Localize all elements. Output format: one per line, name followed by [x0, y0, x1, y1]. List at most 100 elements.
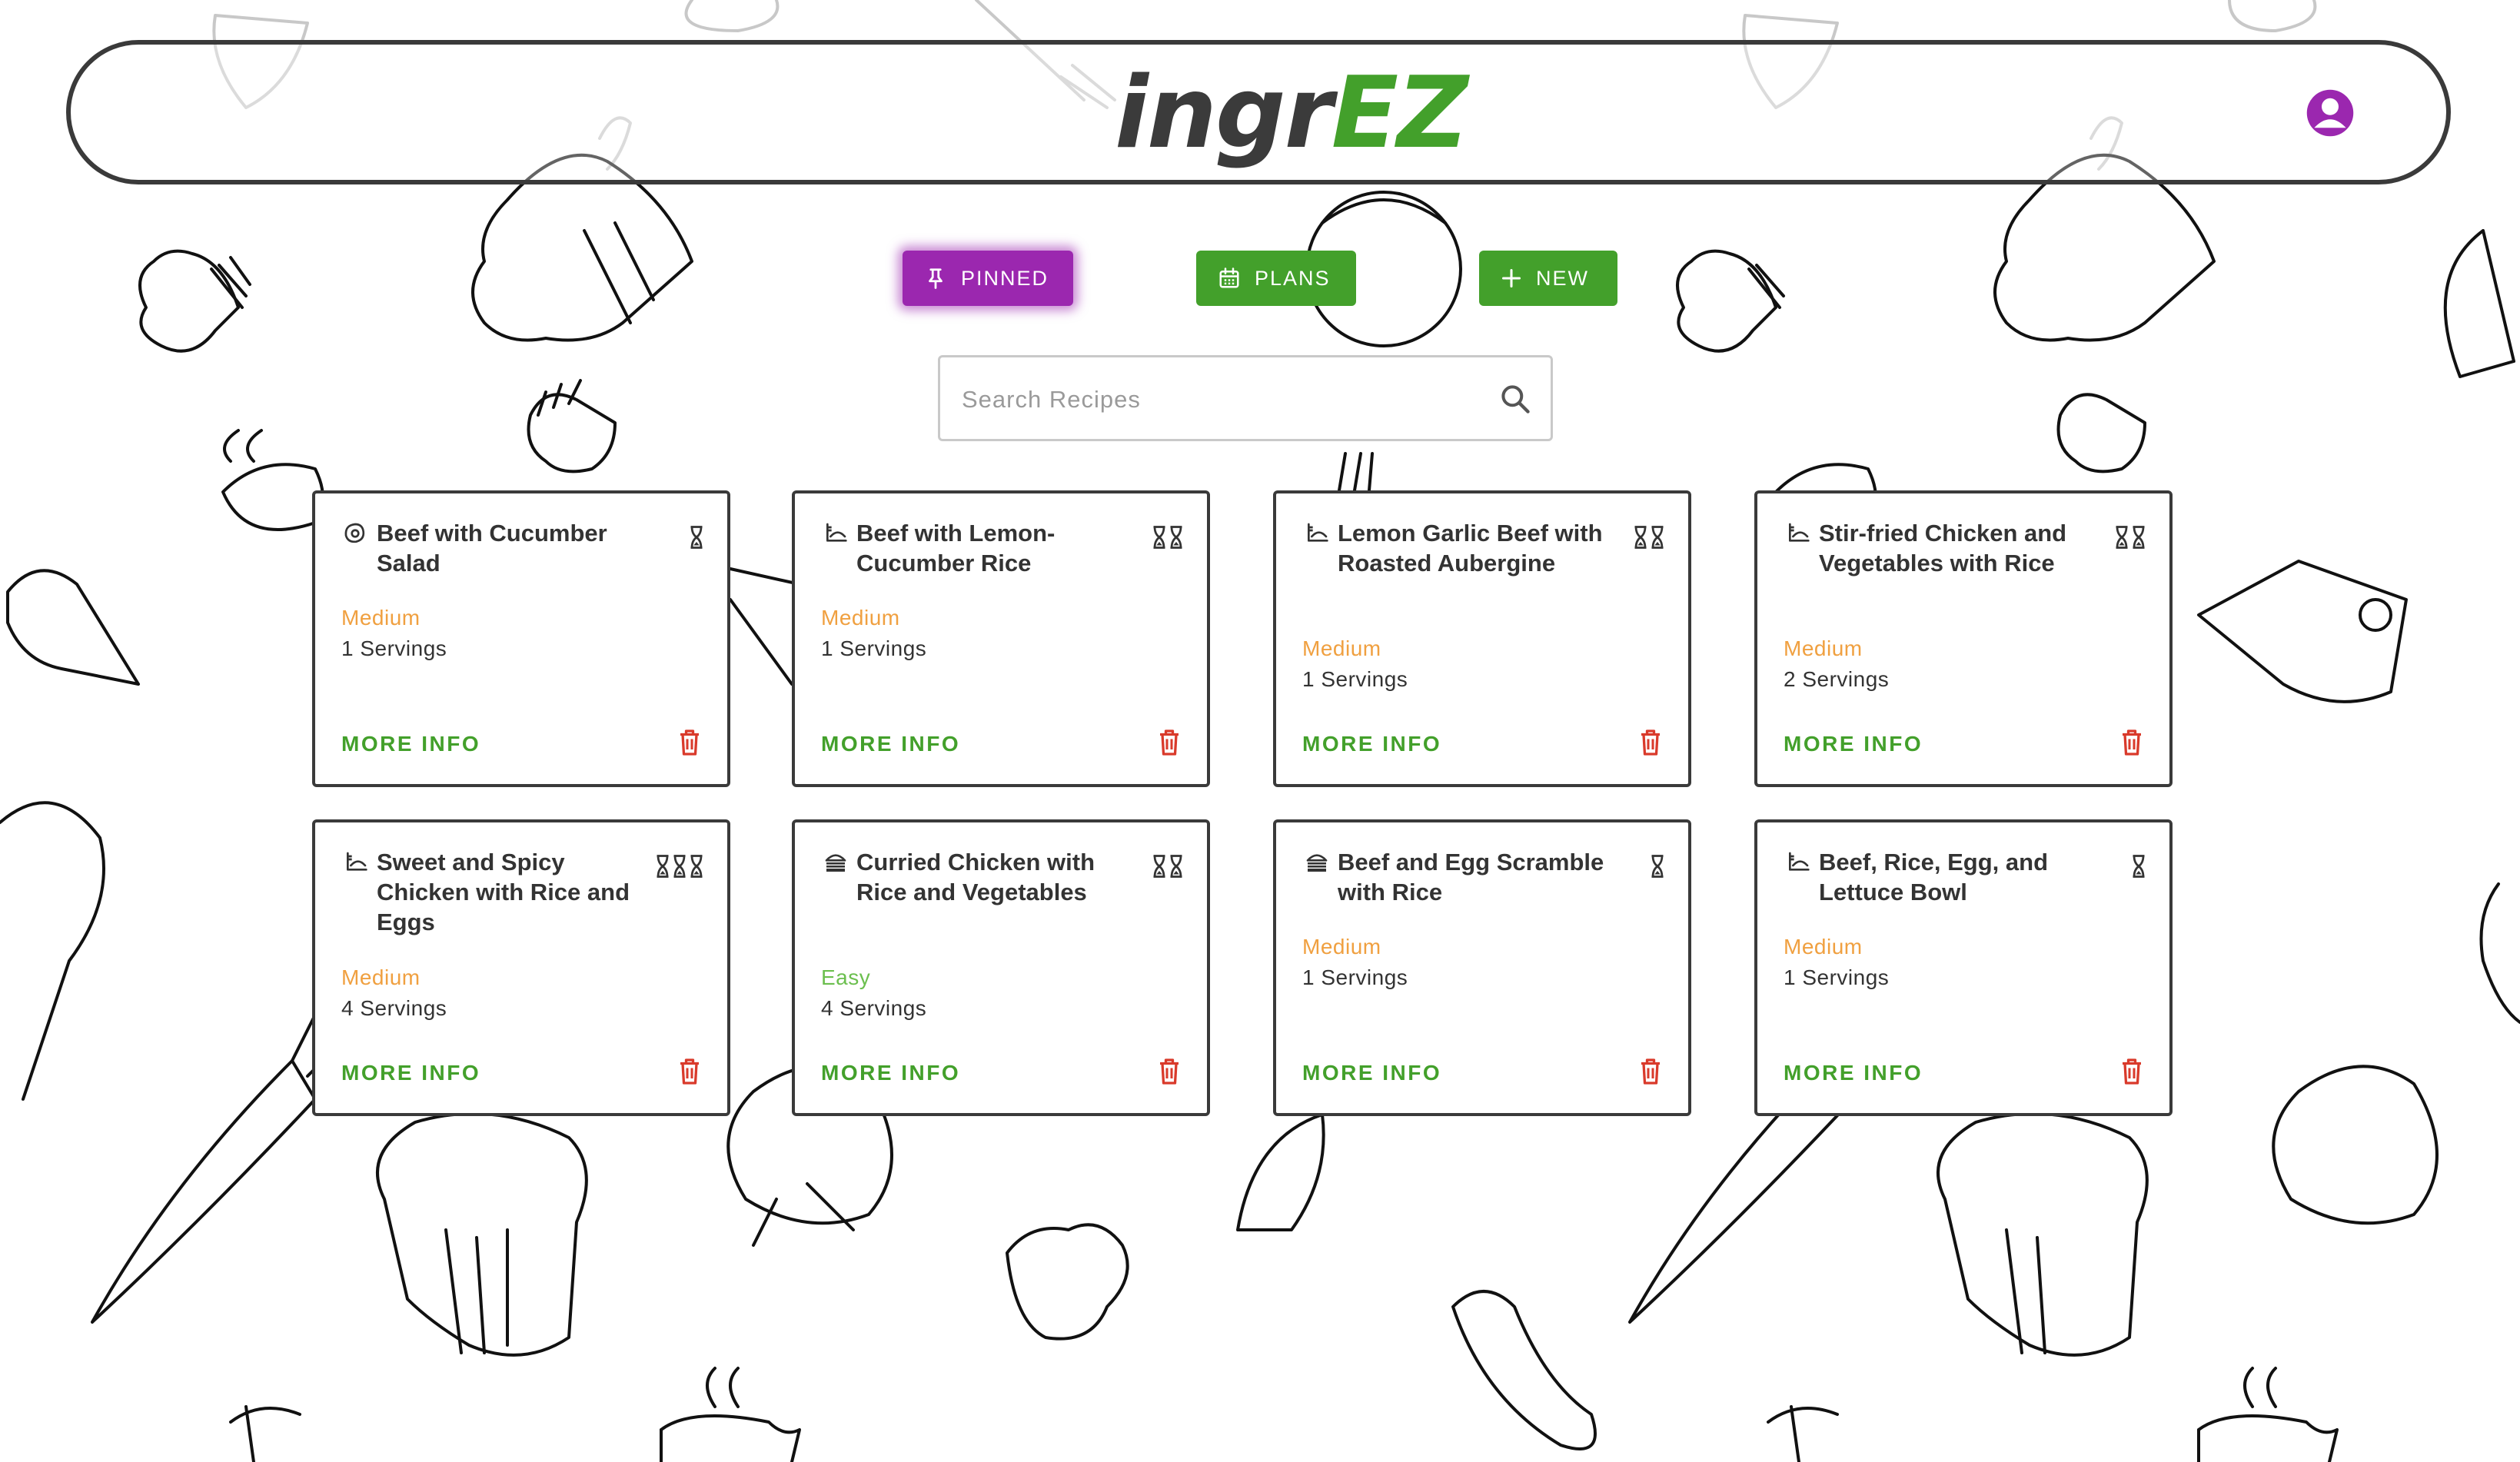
- servings-label: 1 Servings: [1302, 965, 1408, 989]
- more-info-button[interactable]: MORE INFO: [1784, 1061, 1923, 1085]
- recipe-card[interactable]: Curried Chicken with Rice and Vegetables…: [792, 819, 1210, 1116]
- difficulty-label: Medium: [821, 606, 900, 630]
- recipe-title: Beef with Cucumber Salad: [377, 520, 607, 576]
- prep-time-hourglass-icon: [2131, 855, 2146, 878]
- muffin-doodle: [527, 379, 617, 473]
- watermelon-doodle: [2443, 229, 2515, 378]
- delete-icon[interactable]: [1639, 729, 1662, 760]
- servings-label: 1 Servings: [821, 636, 927, 660]
- prep-time-hourglass-icon: [655, 855, 704, 878]
- difficulty-label: Medium: [341, 965, 421, 989]
- dinner-plate-icon: [343, 850, 369, 879]
- dinner-plate-icon: [1785, 521, 1811, 550]
- fried-egg-icon: [343, 521, 367, 550]
- recipe-card[interactable]: Beef with Cucumber Salad Medium 1 Servings…: [312, 490, 730, 787]
- difficulty-label: Medium: [1302, 636, 1381, 660]
- lettuce-doodle: [1006, 1223, 1129, 1341]
- servings-label: 2 Servings: [1784, 667, 1890, 691]
- recipe-title: Stir-fried Chicken and Vegetables with R…: [1819, 520, 2067, 576]
- difficulty-label: Medium: [1784, 935, 1863, 959]
- burger-icon: [1304, 850, 1330, 879]
- pin-icon: [929, 268, 943, 289]
- prep-time-hourglass-icon: [1152, 855, 1184, 878]
- recipe-card[interactable]: Beef, Rice, Egg, and Lettuce Bowl Medium 1…: [1754, 819, 2173, 1116]
- more-info-button[interactable]: MORE INFO: [821, 1061, 960, 1085]
- recipe-card[interactable]: Beef with Lemon-Cucumber Rice Medium 1 Ser…: [792, 490, 1210, 787]
- recipe-title: Beef and Egg Scramble with Rice: [1338, 849, 1604, 905]
- prep-time-hourglass-icon: [1650, 855, 1665, 878]
- recipe-card[interactable]: Lemon Garlic Beef with Roasted Aubergine…: [1273, 490, 1691, 787]
- delete-icon[interactable]: [678, 1058, 701, 1089]
- search-box: [938, 355, 1553, 441]
- difficulty-label: Easy: [821, 965, 871, 989]
- account-circle-icon[interactable]: [2305, 88, 2355, 138]
- plans-button-label: PLANS: [1255, 266, 1331, 290]
- delete-icon[interactable]: [678, 729, 701, 760]
- search-icon[interactable]: [1498, 382, 1532, 416]
- prep-time-hourglass-icon: [2114, 526, 2146, 549]
- recipe-title: Beef with Lemon-Cucumber Rice: [856, 520, 1056, 576]
- recipe-card[interactable]: Sweet and Spicy Chicken with Rice and Eg…: [312, 819, 730, 1116]
- lettuce-doodle: [0, 801, 105, 1101]
- mushroom-doodle: [2272, 1065, 2439, 1225]
- app-logo[interactable]: ingrEZ: [1115, 60, 1468, 168]
- cake-slice-doodle: [2197, 560, 2408, 703]
- recipe-title: Sweet and Spicy Chicken with Rice and Eg…: [377, 849, 630, 935]
- more-info-button[interactable]: MORE INFO: [341, 732, 480, 756]
- delete-icon[interactable]: [2120, 1058, 2143, 1089]
- calendar-icon: [1219, 267, 1239, 288]
- sausage-doodle: [1451, 1290, 1597, 1450]
- more-info-button[interactable]: MORE INFO: [1784, 732, 1923, 756]
- strawberry-doodle: [229, 1405, 301, 1462]
- delete-icon[interactable]: [1158, 729, 1181, 760]
- muffin-doodle: [376, 1111, 588, 1357]
- prep-time-hourglass-icon: [1633, 526, 1665, 549]
- more-info-button[interactable]: MORE INFO: [821, 732, 960, 756]
- servings-label: 4 Servings: [821, 996, 927, 1020]
- recipe-title: Curried Chicken with Rice and Vegetables: [856, 849, 1095, 905]
- dinner-plate-icon: [1785, 850, 1811, 879]
- new-button-label: NEW: [1536, 266, 1589, 290]
- difficulty-label: Medium: [1784, 636, 1863, 660]
- prep-time-hourglass-icon: [1152, 526, 1184, 549]
- new-recipe-button[interactable]: NEW: [1479, 251, 1617, 306]
- delete-icon[interactable]: [1158, 1058, 1181, 1089]
- cup-doodle: [2197, 1367, 2339, 1462]
- more-info-button[interactable]: MORE INFO: [341, 1061, 480, 1085]
- plus-icon: [1501, 268, 1521, 288]
- more-info-button[interactable]: MORE INFO: [1302, 1061, 1441, 1085]
- burger-icon: [823, 850, 849, 879]
- pinned-button-label: PINNED: [961, 266, 1049, 290]
- logo-text-green: EZ: [1331, 56, 1468, 171]
- strawberry-doodle: [2479, 882, 2520, 1024]
- cup-doodle: [221, 429, 324, 531]
- plans-button[interactable]: PLANS: [1196, 251, 1356, 306]
- servings-label: 4 Servings: [341, 996, 447, 1020]
- utensil-doodle: [729, 567, 801, 686]
- dinner-plate-icon: [823, 521, 849, 550]
- muffin-doodle: [1676, 249, 1785, 353]
- servings-label: 1 Servings: [341, 636, 447, 660]
- strawberry-doodle: [1767, 1405, 1839, 1462]
- logo-text-dark: ingr: [1115, 56, 1333, 171]
- recipe-card[interactable]: Beef and Egg Scramble with Rice Medium 1 S…: [1273, 819, 1691, 1116]
- difficulty-label: Medium: [1302, 935, 1381, 959]
- difficulty-label: Medium: [341, 606, 421, 630]
- ice-cream-doodle: [6, 569, 140, 686]
- pinned-button[interactable]: PINNED: [903, 251, 1073, 306]
- search-input[interactable]: [960, 380, 1471, 419]
- servings-label: 1 Servings: [1302, 667, 1408, 691]
- recipe-title: Beef, Rice, Egg, and Lettuce Bowl: [1819, 849, 2049, 905]
- muffin-doodle: [2056, 393, 2146, 473]
- delete-icon[interactable]: [2120, 729, 2143, 760]
- recipe-card[interactable]: Stir-fried Chicken and Vegetables with R…: [1754, 490, 2173, 787]
- watermelon-doodle: [1236, 1113, 1325, 1231]
- prep-time-hourglass-icon: [689, 526, 704, 549]
- muffin-doodle: [138, 249, 251, 353]
- muffin-doodle: [1937, 1111, 2149, 1357]
- delete-icon[interactable]: [1639, 1058, 1662, 1089]
- carrot-doodle: [91, 1013, 340, 1324]
- cup-doodle: [660, 1367, 801, 1462]
- more-info-button[interactable]: MORE INFO: [1302, 732, 1441, 756]
- dinner-plate-icon: [1304, 521, 1330, 550]
